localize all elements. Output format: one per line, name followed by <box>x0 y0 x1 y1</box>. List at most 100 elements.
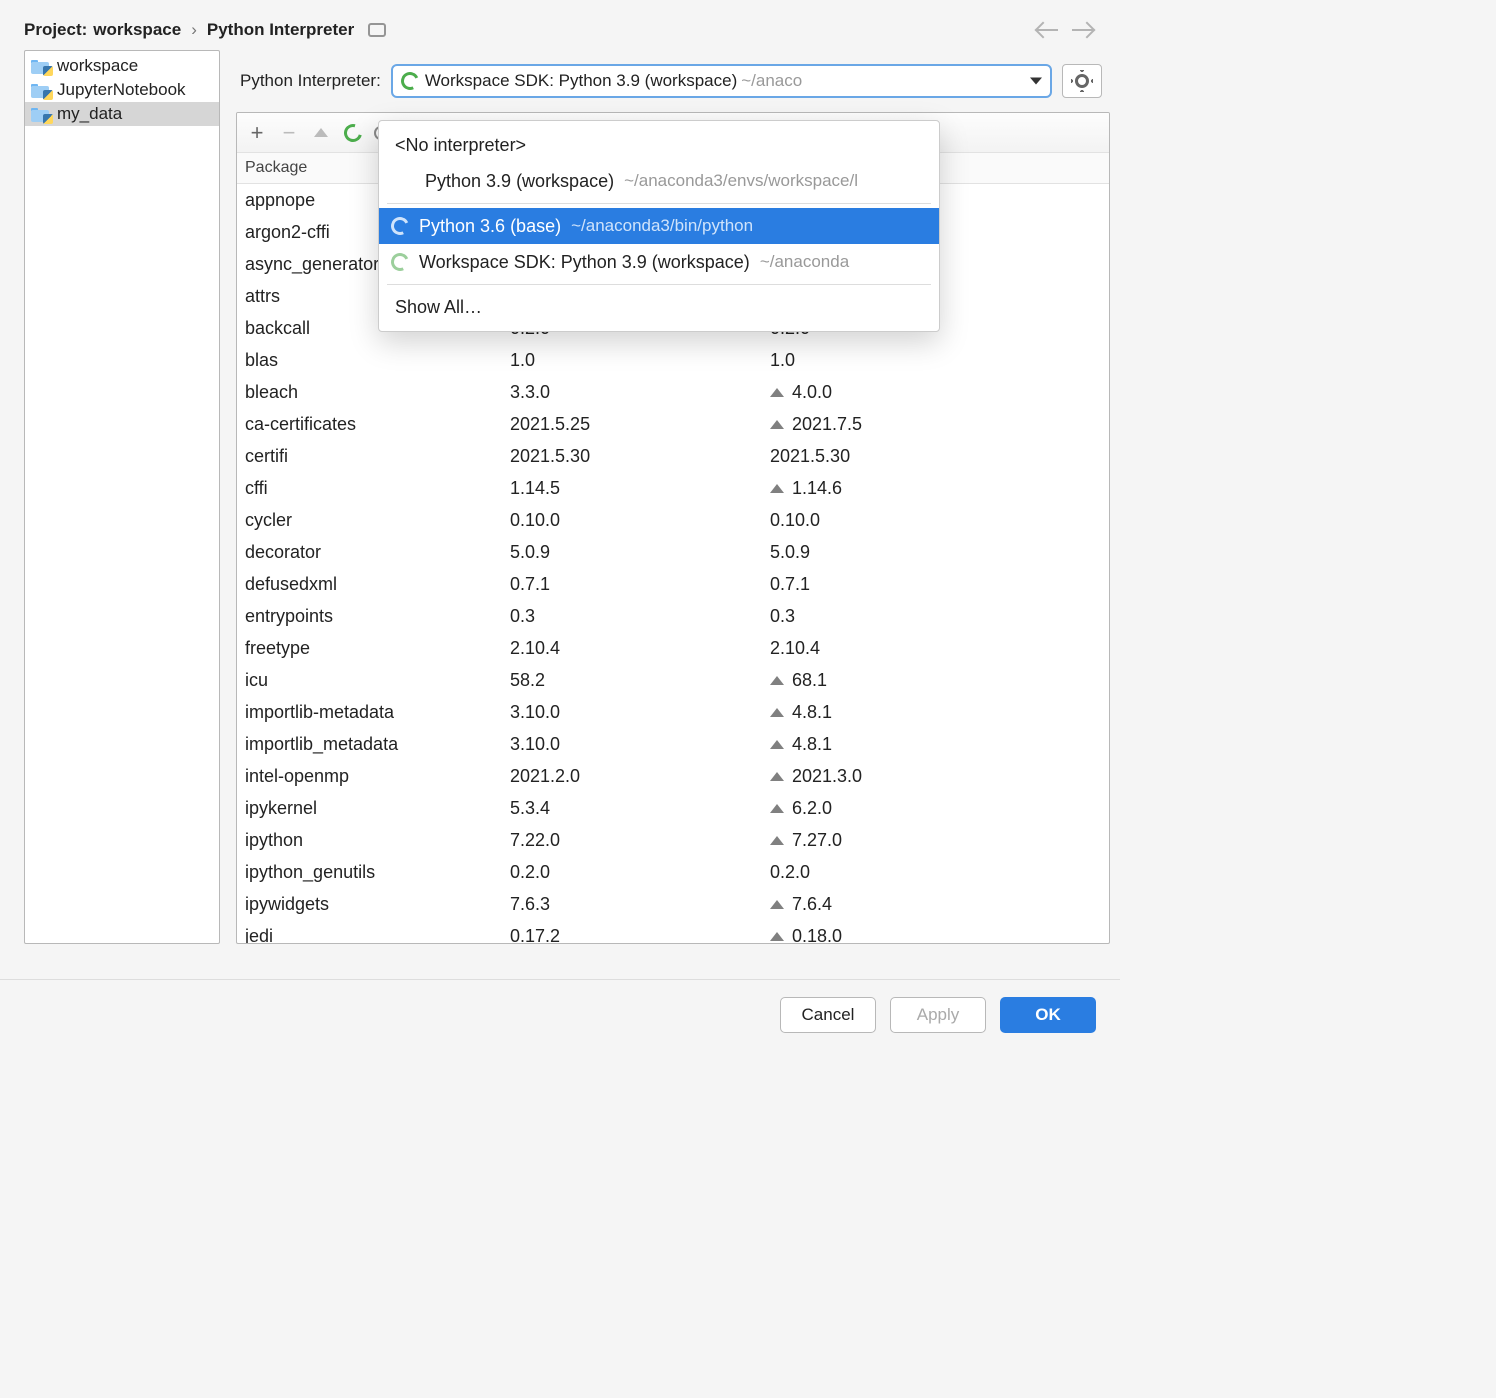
upgrade-available-icon <box>770 708 784 717</box>
upgrade-available-icon <box>770 676 784 685</box>
gear-icon <box>1072 71 1092 91</box>
package-name: ipython <box>245 826 510 854</box>
chevron-down-icon <box>1030 78 1042 85</box>
apply-button: Apply <box>890 997 986 1033</box>
package-name: importlib-metadata <box>245 698 510 726</box>
interpreter-option[interactable]: Python 3.9 (workspace) ~/anaconda3/envs/w… <box>379 163 939 199</box>
package-name: ipywidgets <box>245 890 510 918</box>
breadcrumb: Project: workspace › Python Interpreter <box>0 0 1120 50</box>
package-name: importlib_metadata <box>245 730 510 758</box>
reload-packages-button[interactable] <box>339 119 367 147</box>
package-latest: 4.8.1 <box>770 730 1101 758</box>
package-name: entrypoints <box>245 602 510 630</box>
package-row[interactable]: intel-openmp2021.2.02021.3.0 <box>237 760 1109 792</box>
upgrade-available-icon <box>770 900 784 909</box>
interpreter-option[interactable]: Python 3.6 (base) ~/anaconda3/bin/python <box>379 208 939 244</box>
package-version: 1.14.5 <box>510 474 770 502</box>
tree-item[interactable]: workspace <box>25 54 219 78</box>
interpreter-option-path: ~/anaconda3/envs/workspace/l <box>624 171 858 191</box>
package-name: decorator <box>245 538 510 566</box>
cancel-button[interactable]: Cancel <box>780 997 876 1033</box>
package-version: 3.3.0 <box>510 378 770 406</box>
upgrade-available-icon <box>770 484 784 493</box>
package-row[interactable]: blas1.01.0 <box>237 344 1109 376</box>
upgrade-available-icon <box>770 772 784 781</box>
python-env-icon <box>388 214 411 237</box>
package-row[interactable]: certifi2021.5.302021.5.30 <box>237 440 1109 472</box>
nav-back-icon[interactable] <box>1034 21 1060 39</box>
interpreter-settings-button[interactable] <box>1062 64 1102 98</box>
upgrade-package-button[interactable] <box>307 119 335 147</box>
package-latest: 2021.7.5 <box>770 410 1101 438</box>
interpreter-option-path: ~/anaconda <box>760 252 849 272</box>
folder-icon <box>31 106 51 122</box>
ok-button[interactable]: OK <box>1000 997 1096 1033</box>
package-name: ca-certificates <box>245 410 510 438</box>
package-latest: 2.10.4 <box>770 634 1101 662</box>
package-row[interactable]: ipykernel5.3.46.2.0 <box>237 792 1109 824</box>
package-row[interactable]: freetype2.10.42.10.4 <box>237 632 1109 664</box>
package-row[interactable]: ipywidgets7.6.37.6.4 <box>237 888 1109 920</box>
nav-forward-icon[interactable] <box>1070 21 1096 39</box>
breadcrumb-chevron-icon: › <box>189 20 199 40</box>
package-row[interactable]: ca-certificates2021.5.252021.7.5 <box>237 408 1109 440</box>
package-version: 7.6.3 <box>510 890 770 918</box>
page-title: Python Interpreter <box>207 20 354 40</box>
package-version: 0.3 <box>510 602 770 630</box>
tree-item-label: JupyterNotebook <box>57 80 186 100</box>
package-version: 0.2.0 <box>510 858 770 886</box>
folder-icon <box>31 82 51 98</box>
package-row[interactable]: defusedxml0.7.10.7.1 <box>237 568 1109 600</box>
package-name: ipython_genutils <box>245 858 510 886</box>
folder-icon <box>31 58 51 74</box>
interpreter-option-path: ~/anaconda3/bin/python <box>571 216 753 236</box>
interpreter-option-none[interactable]: <No interpreter> <box>379 127 939 163</box>
package-latest: 0.18.0 <box>770 922 1101 943</box>
copy-icon[interactable] <box>368 23 386 37</box>
package-latest: 0.2.0 <box>770 858 1101 886</box>
interpreter-dropdown-panel: <No interpreter> Python 3.9 (workspace) ~… <box>378 120 940 332</box>
interpreter-dropdown[interactable]: Workspace SDK: Python 3.9 (workspace) ~/… <box>391 64 1052 98</box>
package-row[interactable]: decorator5.0.95.0.9 <box>237 536 1109 568</box>
package-name: freetype <box>245 634 510 662</box>
interpreter-show-all[interactable]: Show All… <box>379 289 939 325</box>
package-row[interactable]: importlib-metadata3.10.04.8.1 <box>237 696 1109 728</box>
package-version: 0.7.1 <box>510 570 770 598</box>
package-row[interactable]: bleach3.3.04.0.0 <box>237 376 1109 408</box>
add-package-button[interactable]: + <box>243 119 271 147</box>
package-latest: 7.27.0 <box>770 826 1101 854</box>
package-version: 2021.2.0 <box>510 762 770 790</box>
package-row[interactable]: ipython7.22.07.27.0 <box>237 824 1109 856</box>
interpreter-option-name: Python 3.9 (workspace) <box>425 171 614 192</box>
package-row[interactable]: cycler0.10.00.10.0 <box>237 504 1109 536</box>
package-row[interactable]: cffi1.14.51.14.6 <box>237 472 1109 504</box>
interpreter-option-name: Workspace SDK: Python 3.9 (workspace) <box>419 252 750 273</box>
package-name: icu <box>245 666 510 694</box>
package-row[interactable]: ipython_genutils0.2.00.2.0 <box>237 856 1109 888</box>
package-name: ipykernel <box>245 794 510 822</box>
package-version: 0.17.2 <box>510 922 770 943</box>
package-name: cffi <box>245 474 510 502</box>
package-name: jedi <box>245 922 510 943</box>
package-version: 5.3.4 <box>510 794 770 822</box>
tree-item[interactable]: JupyterNotebook <box>25 78 219 102</box>
package-row[interactable]: jedi0.17.20.18.0 <box>237 920 1109 943</box>
interpreter-option-name: Python 3.6 (base) <box>419 216 561 237</box>
tree-item[interactable]: my_data <box>25 102 219 126</box>
package-name: intel-openmp <box>245 762 510 790</box>
package-latest: 0.10.0 <box>770 506 1101 534</box>
package-version: 2.10.4 <box>510 634 770 662</box>
package-name: defusedxml <box>245 570 510 598</box>
package-latest: 1.14.6 <box>770 474 1101 502</box>
upgrade-available-icon <box>770 420 784 429</box>
package-latest: 0.7.1 <box>770 570 1101 598</box>
package-row[interactable]: importlib_metadata3.10.04.8.1 <box>237 728 1109 760</box>
package-row[interactable]: entrypoints0.30.3 <box>237 600 1109 632</box>
package-row[interactable]: icu58.268.1 <box>237 664 1109 696</box>
package-latest: 6.2.0 <box>770 794 1101 822</box>
interpreter-option[interactable]: Workspace SDK: Python 3.9 (workspace) ~/a… <box>379 244 939 280</box>
package-latest: 0.3 <box>770 602 1101 630</box>
remove-package-button[interactable]: − <box>275 119 303 147</box>
dialog-footer: Cancel Apply OK <box>0 979 1120 1049</box>
project-label: Project: <box>24 20 87 40</box>
